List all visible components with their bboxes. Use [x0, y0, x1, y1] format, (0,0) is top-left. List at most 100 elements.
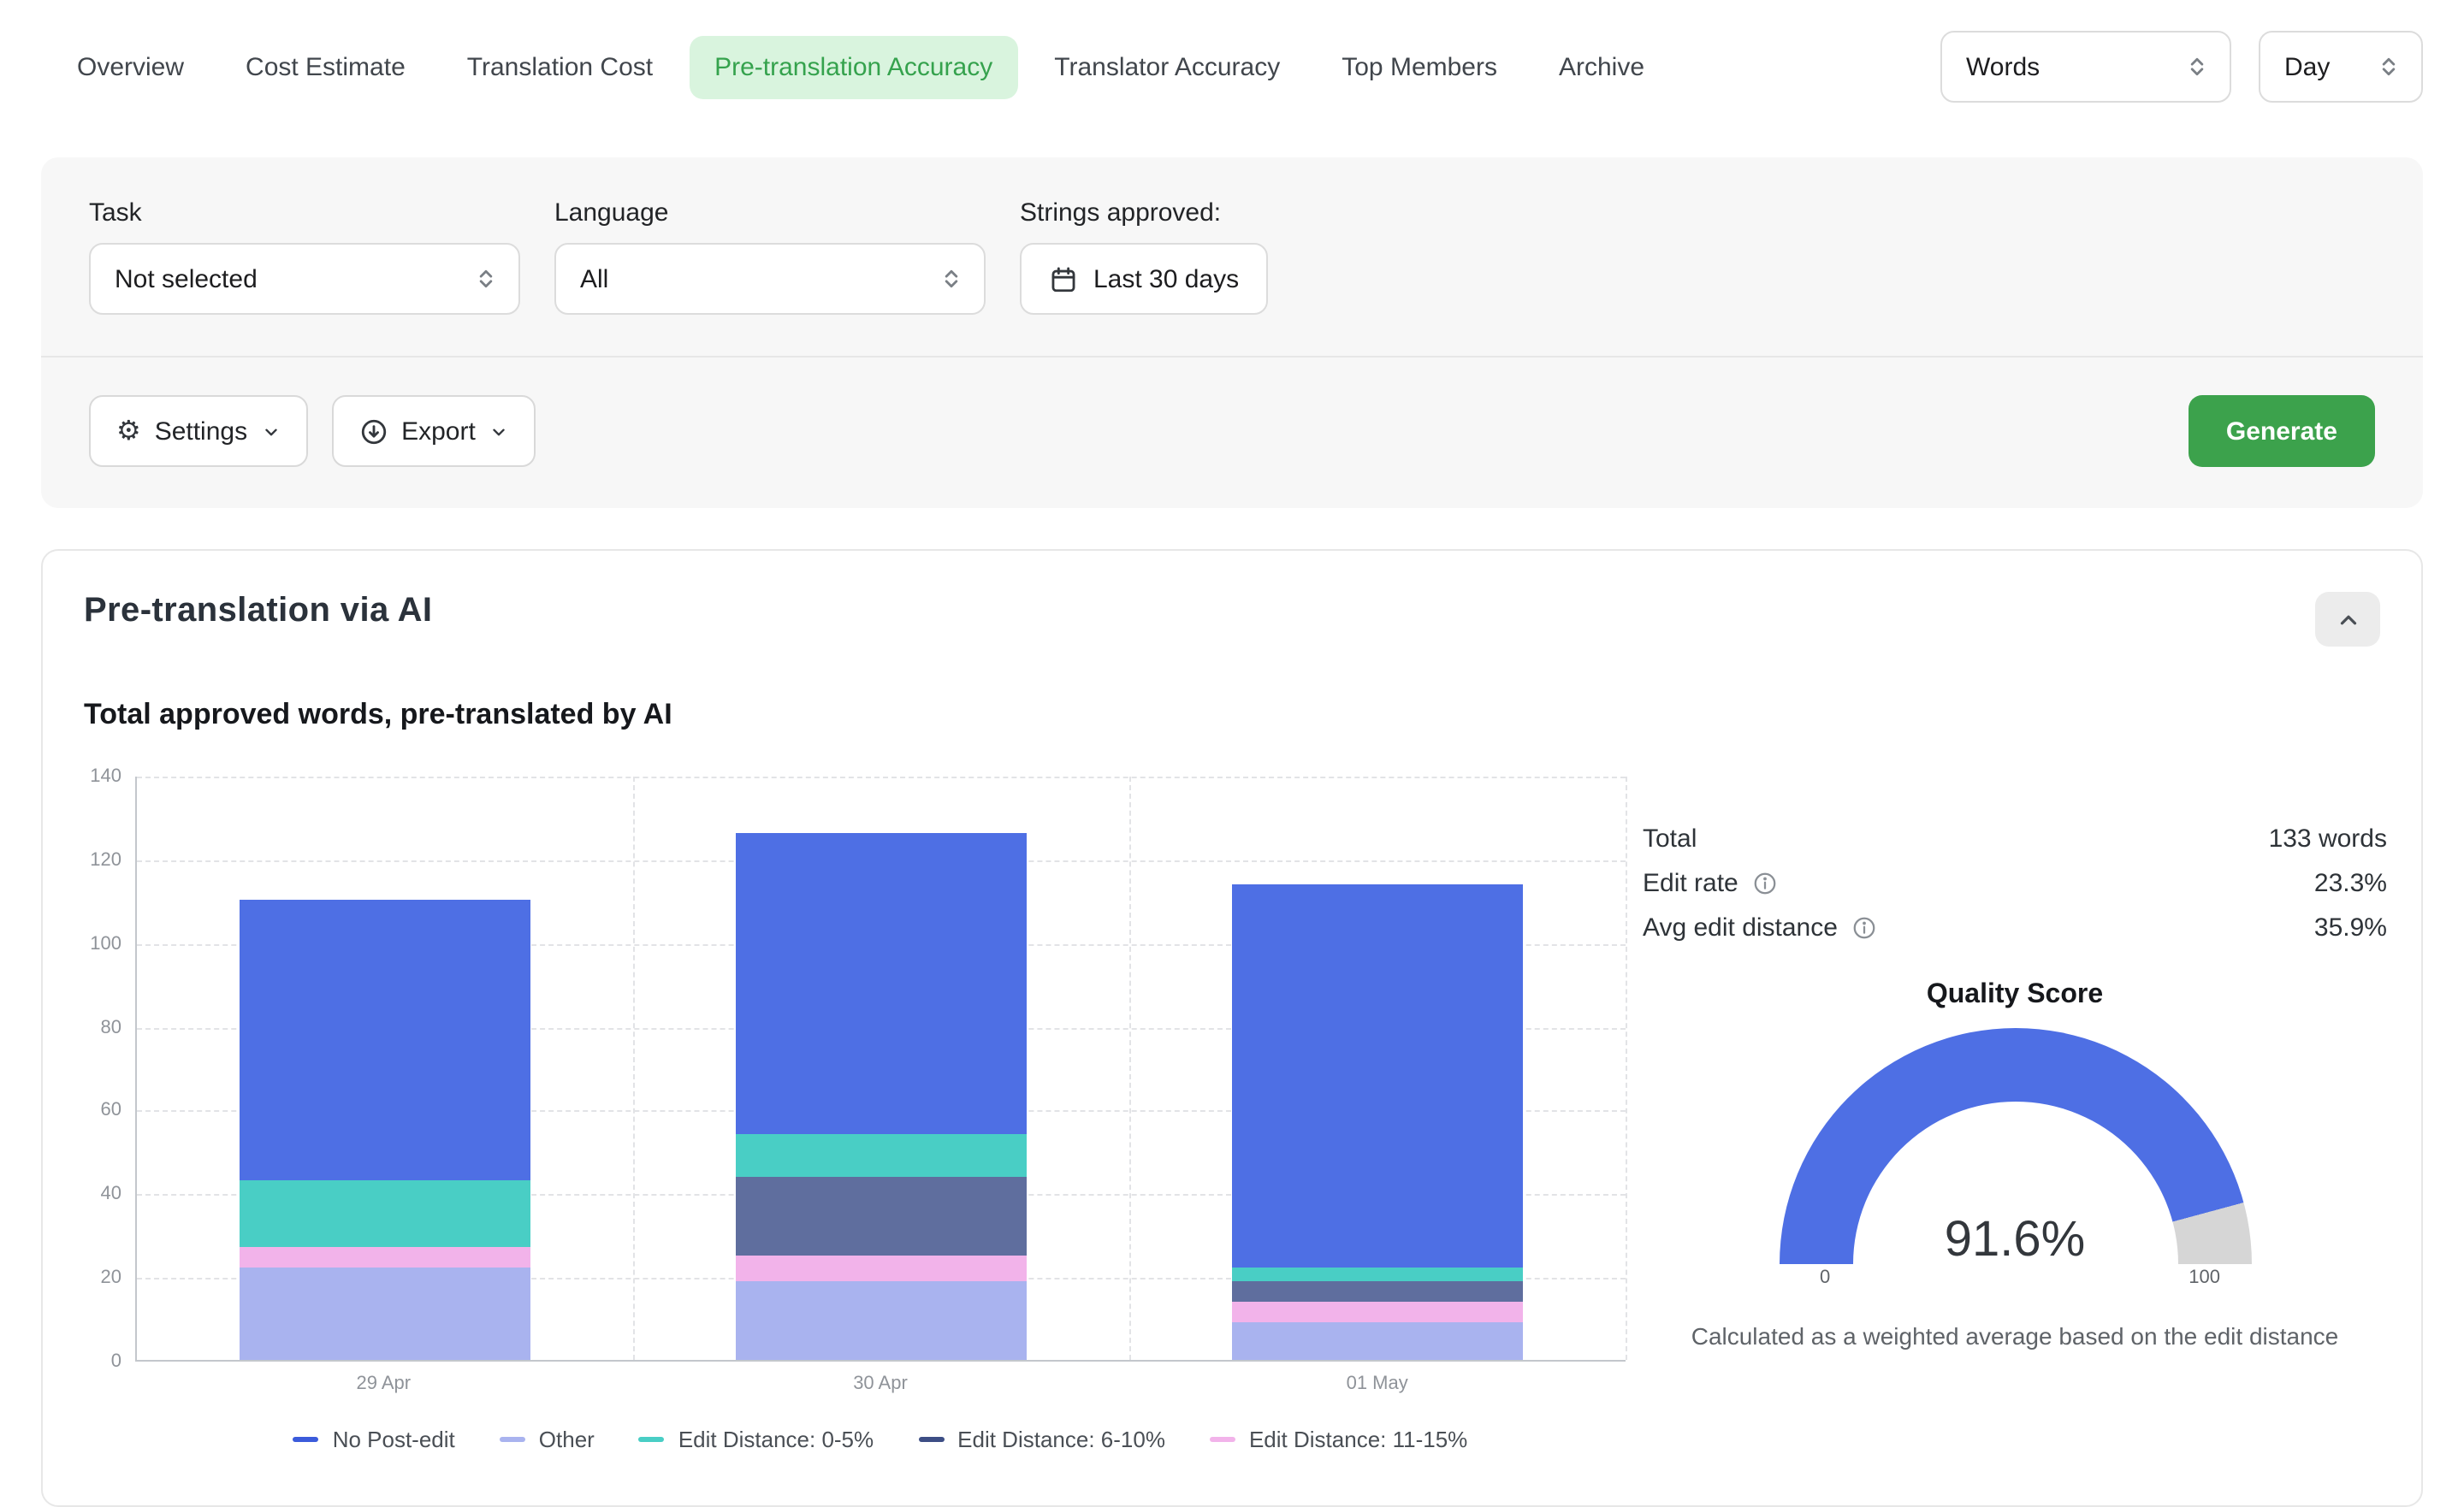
legend-item[interactable]: Edit Distance: 6-10%: [918, 1427, 1165, 1452]
period-select-value: Day: [2284, 52, 2330, 81]
bar-segment[interactable]: [1232, 1280, 1523, 1301]
language-select[interactable]: All: [554, 243, 986, 315]
legend-label: Edit Distance: 11-15%: [1249, 1427, 1467, 1452]
stat-label-text: Edit rate: [1643, 869, 1738, 898]
y-tick-label: 60: [101, 1101, 122, 1121]
legend-item[interactable]: Other: [500, 1427, 595, 1452]
stat-value: 23.3%: [2314, 869, 2387, 898]
export-button[interactable]: Export: [331, 395, 536, 467]
bar-segment[interactable]: [240, 1268, 530, 1360]
tab-translation-cost[interactable]: Translation Cost: [441, 35, 678, 98]
legend-dash-icon: [918, 1437, 944, 1442]
gauge-wrap: 91.6% 0 100: [1643, 1028, 2387, 1288]
up-down-chevrons-icon: [474, 267, 498, 291]
y-tick-label: 100: [90, 933, 121, 954]
bar-segment[interactable]: [1232, 1268, 1523, 1281]
chart-x-axis: 29 Apr30 Apr01 May: [135, 1362, 1626, 1399]
chevron-up-icon: [2335, 606, 2360, 632]
legend-label: Edit Distance: 6-10%: [957, 1427, 1165, 1452]
x-tick-label: 01 May: [1347, 1374, 1408, 1394]
settings-button[interactable]: ⚙ Settings: [89, 395, 307, 467]
quality-gauge: 91.6%: [1779, 1028, 2251, 1264]
bar-segment[interactable]: [736, 1134, 1027, 1176]
stat-label: Total: [1643, 824, 1697, 854]
strings-approved-label: Strings approved:: [1020, 198, 1268, 228]
legend-dash-icon: [639, 1437, 665, 1442]
bar-segment[interactable]: [1232, 1322, 1523, 1360]
up-down-chevrons-icon: [2377, 55, 2401, 79]
gauge-max-label: 100: [2189, 1268, 2220, 1288]
legend-item[interactable]: Edit Distance: 0-5%: [639, 1427, 874, 1452]
chart-section-title: Total approved words, pre-translated by …: [84, 698, 2387, 732]
task-select[interactable]: Not selected: [89, 243, 520, 315]
bar-segment[interactable]: [1232, 1302, 1523, 1322]
bar-segment[interactable]: [1232, 884, 1523, 1268]
legend-dash-icon: [293, 1437, 319, 1442]
y-tick-label: 140: [90, 766, 121, 787]
date-range-button[interactable]: Last 30 days: [1020, 243, 1268, 315]
export-button-label: Export: [401, 417, 476, 446]
bar-01-may[interactable]: [1232, 884, 1523, 1360]
v-gridline: [1626, 777, 1627, 1360]
legend-item[interactable]: No Post-edit: [293, 1427, 455, 1452]
generate-button[interactable]: Generate: [2189, 395, 2375, 467]
info-circle-icon[interactable]: [1752, 871, 1778, 896]
chevron-down-icon: [261, 422, 280, 440]
tab-archive[interactable]: Archive: [1533, 35, 1670, 98]
v-gridline: [633, 777, 635, 1360]
stat-label: Edit rate: [1643, 869, 1778, 898]
legend-dash-icon: [500, 1437, 525, 1442]
x-tick-label: 30 Apr: [853, 1374, 908, 1394]
calendar-icon: [1049, 264, 1078, 293]
chart-legend: No Post-edit Other Edit Distance: 0-5% Edit…: [135, 1427, 1626, 1452]
bar-segment[interactable]: [736, 833, 1027, 1134]
stat-value: 35.9%: [2314, 913, 2387, 943]
bar-29-apr[interactable]: [240, 901, 530, 1360]
info-circle-icon[interactable]: [1851, 915, 1877, 941]
bar-segment[interactable]: [240, 901, 530, 1180]
y-tick-label: 40: [101, 1185, 122, 1205]
task-select-value: Not selected: [115, 264, 258, 293]
bar-segment[interactable]: [736, 1256, 1027, 1280]
y-tick-label: 20: [101, 1268, 122, 1288]
bar-segment[interactable]: [240, 1247, 530, 1268]
tabs-list: Overview Cost Estimate Translation Cost …: [51, 35, 1670, 98]
strings-approved-field: Strings approved: Last 30 days: [1020, 198, 1268, 315]
collapse-button[interactable]: [2315, 592, 2380, 647]
bar-30-apr[interactable]: [736, 833, 1027, 1360]
y-tick-label: 0: [111, 1351, 121, 1372]
task-label: Task: [89, 198, 520, 228]
tab-translator-accuracy[interactable]: Translator Accuracy: [1028, 35, 1306, 98]
bar-segment[interactable]: [736, 1176, 1027, 1256]
up-down-chevrons-icon: [2185, 55, 2209, 79]
report-tabs-nav: Overview Cost Estimate Translation Cost …: [0, 0, 2464, 133]
tab-top-members[interactable]: Top Members: [1316, 35, 1523, 98]
y-tick-label: 120: [90, 850, 121, 871]
chart-plot: [135, 777, 1626, 1362]
tab-overview[interactable]: Overview: [51, 35, 210, 98]
bar-segment[interactable]: [240, 1180, 530, 1247]
up-down-chevrons-icon: [939, 267, 963, 291]
tab-cost-estimate[interactable]: Cost Estimate: [220, 35, 431, 98]
language-select-value: All: [580, 264, 608, 293]
stat-row-avg-edit-distance: Avg edit distance 35.9%: [1643, 913, 2387, 943]
chart-y-axis: 020406080100120140: [77, 777, 135, 1362]
stat-row-total: Total 133 words: [1643, 824, 2387, 854]
gauge-caption: Calculated as a weighted average based o…: [1643, 1322, 2387, 1350]
period-select[interactable]: Day: [2259, 31, 2423, 103]
bar-segment[interactable]: [736, 1280, 1027, 1360]
unit-select-value: Words: [1966, 52, 2040, 81]
legend-label: Other: [539, 1427, 595, 1452]
unit-select[interactable]: Words: [1940, 31, 2231, 103]
tab-pre-translation-accuracy[interactable]: Pre-translation Accuracy: [689, 35, 1018, 98]
quality-score-title: Quality Score: [1643, 980, 2387, 1011]
gauge-min-label: 0: [1820, 1268, 1830, 1288]
legend-item[interactable]: Edit Distance: 11-15%: [1210, 1427, 1467, 1452]
filter-fields: Task Not selected Language All: [89, 198, 2375, 315]
stat-value: 133 words: [2269, 824, 2387, 854]
legend-label: No Post-edit: [333, 1427, 455, 1452]
page: Overview Cost Estimate Translation Cost …: [0, 0, 2464, 1485]
settings-button-label: Settings: [155, 417, 247, 446]
chart-inner: 020406080100120140: [77, 777, 1626, 1362]
h-gridline: [137, 777, 1626, 778]
